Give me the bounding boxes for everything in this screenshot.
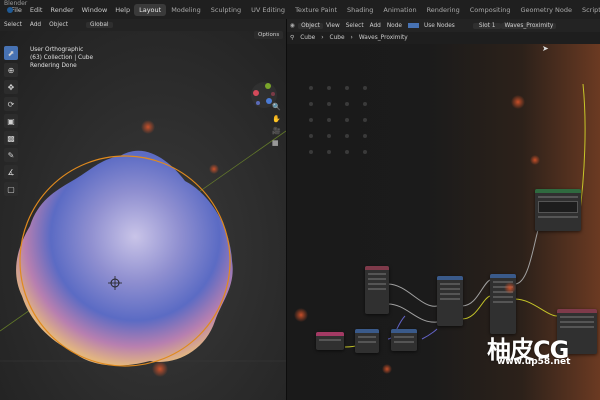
tool-shelf: ⬈ ⊕ ✥ ⟳ ▣ ▩ ✎ ∡ ▢ (4, 46, 20, 199)
add-cube-icon[interactable]: ▢ (4, 182, 18, 196)
cursor-icon[interactable]: ⊕ (4, 63, 18, 77)
checkbox-checked-icon (407, 22, 419, 28)
viewport-overlay-text: User Orthographic (63) Collection | Cube… (30, 46, 93, 70)
viewport-menu-add[interactable]: Add (26, 22, 45, 28)
workspace-tab-compositing[interactable]: Compositing (465, 4, 516, 16)
workspace-tab-scripting[interactable]: Scripting (577, 4, 600, 16)
workspace-tab-layout[interactable]: Layout (134, 3, 167, 16)
zoom-icon[interactable]: 🔍 (272, 101, 281, 113)
menu-window[interactable]: Window (78, 6, 112, 14)
workspace-tab-animation[interactable]: Animation (378, 4, 421, 16)
viewport-menu-select[interactable]: Select (0, 22, 26, 28)
menu-render[interactable]: Render (46, 6, 77, 14)
use-nodes-label: Use Nodes (423, 22, 455, 29)
viewport-scene (0, 82, 286, 377)
bokeh-light (152, 361, 168, 377)
workspace-tab-sculpting[interactable]: Sculpting (206, 4, 246, 16)
transform-orientation-select[interactable]: Global (86, 22, 113, 28)
measure-icon[interactable]: ∡ (4, 165, 18, 179)
menu-help[interactable]: Help (111, 6, 134, 14)
node-editor-header: ◉ Object View Select Add Node Use Nodes … (287, 19, 600, 32)
transform-icon[interactable]: ▩ (4, 131, 18, 145)
view-name-label: User Orthographic (30, 47, 84, 53)
workspace-tab-rendering[interactable]: Rendering (422, 4, 465, 16)
view-controls: 🔍 ✋ 🎥 ▦ (272, 101, 281, 149)
viewport-menu-object[interactable]: Object (45, 22, 72, 28)
top-menu-bar: File Edit Render Window Help Layout Mode… (0, 0, 600, 20)
viewport-options-dropdown[interactable]: Options (254, 31, 284, 39)
workspace-tab-shading[interactable]: Shading (342, 4, 378, 16)
material-slot-select[interactable]: Slot 1 (472, 22, 502, 29)
editor-type-icon[interactable]: ◉ (287, 23, 298, 29)
workspace-tab-geometry-nodes[interactable]: Geometry Node (516, 4, 577, 16)
breadcrumb-separator: › (321, 35, 324, 41)
node-menu-view[interactable]: View (323, 23, 343, 29)
rotate-icon[interactable]: ⟳ (4, 97, 18, 111)
3d-viewport[interactable]: 🔍 ✋ 🎥 ▦ (0, 31, 286, 400)
workspace-tab-uv-editing[interactable]: UV Editing (246, 4, 290, 16)
window-title: Blender (4, 0, 28, 7)
move-icon[interactable]: ✥ (4, 80, 18, 94)
pin-icon[interactable]: ⚲ (287, 35, 297, 41)
node-menu-add[interactable]: Add (367, 23, 384, 29)
menu-edit[interactable]: Edit (26, 6, 47, 14)
breadcrumb: ⚲ Cube › Cube › Waves_Proximity (287, 32, 600, 44)
pan-hand-icon[interactable]: ✋ (272, 113, 281, 125)
select-box-icon[interactable]: ⬈ (4, 46, 18, 60)
breadcrumb-item-mesh[interactable]: Cube (327, 35, 348, 41)
mouse-cursor-icon: ➤ (542, 44, 549, 53)
workspace-tab-texture-paint[interactable]: Texture Paint (290, 4, 342, 16)
bokeh-light (209, 164, 219, 174)
material-name-field[interactable]: Waves_Proximity (501, 22, 557, 29)
bokeh-light (141, 120, 155, 134)
collection-label: (63) Collection | Cube (30, 55, 94, 61)
use-nodes-checkbox[interactable]: Use Nodes (405, 22, 461, 29)
viewport-header: Select Add Object Global (0, 19, 286, 31)
scale-icon[interactable]: ▣ (4, 114, 18, 128)
breadcrumb-item-object[interactable]: Cube (297, 35, 318, 41)
ortho-grid-icon[interactable]: ▦ (272, 137, 281, 149)
breadcrumb-item-material[interactable]: Waves_Proximity (356, 35, 411, 41)
shader-type-select[interactable]: Object (298, 22, 323, 29)
node-menu-node[interactable]: Node (384, 23, 405, 29)
render-status-label: Rendering Done (30, 63, 77, 69)
node-menu-select[interactable]: Select (343, 23, 367, 29)
workspace-tab-modeling[interactable]: Modeling (166, 4, 206, 16)
breadcrumb-separator: › (350, 35, 353, 41)
annotate-icon[interactable]: ✎ (4, 148, 18, 162)
watermark-url: www.up58.net (497, 357, 571, 367)
camera-view-icon[interactable]: 🎥 (272, 125, 281, 137)
